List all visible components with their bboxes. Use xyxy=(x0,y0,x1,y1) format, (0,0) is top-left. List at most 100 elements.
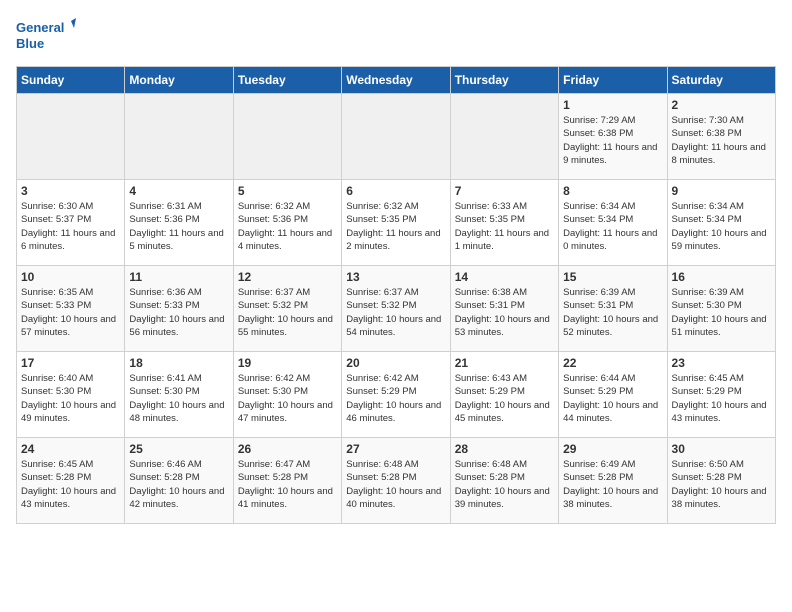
day-info: Sunrise: 6:44 AM Sunset: 5:29 PM Dayligh… xyxy=(563,372,662,425)
empty-cell xyxy=(17,94,125,180)
day-info: Sunrise: 7:29 AM Sunset: 6:38 PM Dayligh… xyxy=(563,114,662,167)
day-info: Sunrise: 6:38 AM Sunset: 5:31 PM Dayligh… xyxy=(455,286,554,339)
day-number: 2 xyxy=(672,98,771,112)
calendar-cell: 14 Sunrise: 6:38 AM Sunset: 5:31 PM Dayli… xyxy=(450,266,558,352)
day-info: Sunrise: 6:37 AM Sunset: 5:32 PM Dayligh… xyxy=(238,286,337,339)
weekday-header-saturday: Saturday xyxy=(667,67,775,94)
day-info: Sunrise: 6:43 AM Sunset: 5:29 PM Dayligh… xyxy=(455,372,554,425)
calendar-cell: 16 Sunrise: 6:39 AM Sunset: 5:30 PM Dayli… xyxy=(667,266,775,352)
calendar-cell: 12 Sunrise: 6:37 AM Sunset: 5:32 PM Dayli… xyxy=(233,266,341,352)
calendar-cell: 24 Sunrise: 6:45 AM Sunset: 5:28 PM Dayli… xyxy=(17,438,125,524)
day-number: 10 xyxy=(21,270,120,284)
day-info: Sunrise: 6:50 AM Sunset: 5:28 PM Dayligh… xyxy=(672,458,771,511)
weekday-header-wednesday: Wednesday xyxy=(342,67,450,94)
empty-cell xyxy=(233,94,341,180)
day-number: 6 xyxy=(346,184,445,198)
svg-text:General: General xyxy=(16,20,64,35)
day-number: 11 xyxy=(129,270,228,284)
empty-cell xyxy=(342,94,450,180)
day-number: 22 xyxy=(563,356,662,370)
day-info: Sunrise: 6:32 AM Sunset: 5:36 PM Dayligh… xyxy=(238,200,337,253)
svg-text:Blue: Blue xyxy=(16,36,44,51)
day-info: Sunrise: 6:45 AM Sunset: 5:29 PM Dayligh… xyxy=(672,372,771,425)
day-info: Sunrise: 6:45 AM Sunset: 5:28 PM Dayligh… xyxy=(21,458,120,511)
day-number: 23 xyxy=(672,356,771,370)
day-number: 26 xyxy=(238,442,337,456)
day-number: 29 xyxy=(563,442,662,456)
day-info: Sunrise: 6:36 AM Sunset: 5:33 PM Dayligh… xyxy=(129,286,228,339)
day-number: 13 xyxy=(346,270,445,284)
day-info: Sunrise: 6:39 AM Sunset: 5:31 PM Dayligh… xyxy=(563,286,662,339)
calendar-cell: 30 Sunrise: 6:50 AM Sunset: 5:28 PM Dayli… xyxy=(667,438,775,524)
calendar-cell: 13 Sunrise: 6:37 AM Sunset: 5:32 PM Dayli… xyxy=(342,266,450,352)
day-info: Sunrise: 6:33 AM Sunset: 5:35 PM Dayligh… xyxy=(455,200,554,253)
calendar-cell: 20 Sunrise: 6:42 AM Sunset: 5:29 PM Dayli… xyxy=(342,352,450,438)
weekday-header-tuesday: Tuesday xyxy=(233,67,341,94)
day-info: Sunrise: 6:32 AM Sunset: 5:35 PM Dayligh… xyxy=(346,200,445,253)
calendar-cell: 23 Sunrise: 6:45 AM Sunset: 5:29 PM Dayli… xyxy=(667,352,775,438)
weekday-header-thursday: Thursday xyxy=(450,67,558,94)
calendar-cell: 27 Sunrise: 6:48 AM Sunset: 5:28 PM Dayli… xyxy=(342,438,450,524)
day-number: 27 xyxy=(346,442,445,456)
calendar-cell: 6 Sunrise: 6:32 AM Sunset: 5:35 PM Daylig… xyxy=(342,180,450,266)
calendar-cell: 18 Sunrise: 6:41 AM Sunset: 5:30 PM Dayli… xyxy=(125,352,233,438)
calendar-cell: 26 Sunrise: 6:47 AM Sunset: 5:28 PM Dayli… xyxy=(233,438,341,524)
weekday-header-friday: Friday xyxy=(559,67,667,94)
day-number: 15 xyxy=(563,270,662,284)
day-number: 30 xyxy=(672,442,771,456)
day-info: Sunrise: 6:30 AM Sunset: 5:37 PM Dayligh… xyxy=(21,200,120,253)
day-info: Sunrise: 6:41 AM Sunset: 5:30 PM Dayligh… xyxy=(129,372,228,425)
calendar-cell: 5 Sunrise: 6:32 AM Sunset: 5:36 PM Daylig… xyxy=(233,180,341,266)
day-info: Sunrise: 6:37 AM Sunset: 5:32 PM Dayligh… xyxy=(346,286,445,339)
day-number: 25 xyxy=(129,442,228,456)
calendar-cell: 25 Sunrise: 6:46 AM Sunset: 5:28 PM Dayli… xyxy=(125,438,233,524)
day-number: 12 xyxy=(238,270,337,284)
day-number: 17 xyxy=(21,356,120,370)
calendar-cell: 11 Sunrise: 6:36 AM Sunset: 5:33 PM Dayli… xyxy=(125,266,233,352)
logo: General Blue xyxy=(16,16,76,56)
calendar-cell: 19 Sunrise: 6:42 AM Sunset: 5:30 PM Dayli… xyxy=(233,352,341,438)
day-number: 16 xyxy=(672,270,771,284)
day-number: 8 xyxy=(563,184,662,198)
day-number: 19 xyxy=(238,356,337,370)
day-info: Sunrise: 6:42 AM Sunset: 5:29 PM Dayligh… xyxy=(346,372,445,425)
empty-cell xyxy=(450,94,558,180)
calendar-cell: 15 Sunrise: 6:39 AM Sunset: 5:31 PM Dayli… xyxy=(559,266,667,352)
day-info: Sunrise: 6:40 AM Sunset: 5:30 PM Dayligh… xyxy=(21,372,120,425)
day-number: 24 xyxy=(21,442,120,456)
day-number: 4 xyxy=(129,184,228,198)
day-number: 28 xyxy=(455,442,554,456)
day-number: 18 xyxy=(129,356,228,370)
calendar-cell: 9Sunrise: 6:34 AM Sunset: 5:34 PM Daylig… xyxy=(667,180,775,266)
day-info: Sunrise: 6:35 AM Sunset: 5:33 PM Dayligh… xyxy=(21,286,120,339)
day-info: Sunrise: 6:49 AM Sunset: 5:28 PM Dayligh… xyxy=(563,458,662,511)
day-info: Sunrise: 6:46 AM Sunset: 5:28 PM Dayligh… xyxy=(129,458,228,511)
calendar-cell: 1 Sunrise: 7:29 AM Sunset: 6:38 PM Daylig… xyxy=(559,94,667,180)
calendar-cell: 29 Sunrise: 6:49 AM Sunset: 5:28 PM Dayli… xyxy=(559,438,667,524)
logo-svg: General Blue xyxy=(16,16,76,56)
calendar-cell: 28 Sunrise: 6:48 AM Sunset: 5:28 PM Dayli… xyxy=(450,438,558,524)
day-number: 7 xyxy=(455,184,554,198)
day-info: Sunrise: 7:30 AM Sunset: 6:38 PM Dayligh… xyxy=(672,114,771,167)
day-info: Sunrise: 6:39 AM Sunset: 5:30 PM Dayligh… xyxy=(672,286,771,339)
weekday-header-sunday: Sunday xyxy=(17,67,125,94)
calendar-table: SundayMondayTuesdayWednesdayThursdayFrid… xyxy=(16,66,776,524)
day-number: 1 xyxy=(563,98,662,112)
day-info: Sunrise: 6:47 AM Sunset: 5:28 PM Dayligh… xyxy=(238,458,337,511)
day-number: 20 xyxy=(346,356,445,370)
day-info: Sunrise: 6:42 AM Sunset: 5:30 PM Dayligh… xyxy=(238,372,337,425)
weekday-header-monday: Monday xyxy=(125,67,233,94)
day-info: Sunrise: 6:31 AM Sunset: 5:36 PM Dayligh… xyxy=(129,200,228,253)
calendar-cell: 21Sunrise: 6:43 AM Sunset: 5:29 PM Dayli… xyxy=(450,352,558,438)
calendar-cell: 17 Sunrise: 6:40 AM Sunset: 5:30 PM Dayli… xyxy=(17,352,125,438)
calendar-cell: 8Sunrise: 6:34 AM Sunset: 5:34 PM Daylig… xyxy=(559,180,667,266)
day-number: 5 xyxy=(238,184,337,198)
day-info: Sunrise: 6:48 AM Sunset: 5:28 PM Dayligh… xyxy=(346,458,445,511)
day-info: Sunrise: 6:34 AM Sunset: 5:34 PM Dayligh… xyxy=(672,200,771,253)
day-number: 14 xyxy=(455,270,554,284)
day-info: Sunrise: 6:48 AM Sunset: 5:28 PM Dayligh… xyxy=(455,458,554,511)
calendar-cell: 22 Sunrise: 6:44 AM Sunset: 5:29 PM Dayli… xyxy=(559,352,667,438)
empty-cell xyxy=(125,94,233,180)
calendar-cell: 3Sunrise: 6:30 AM Sunset: 5:37 PM Daylig… xyxy=(17,180,125,266)
calendar-cell: 10 Sunrise: 6:35 AM Sunset: 5:33 PM Dayli… xyxy=(17,266,125,352)
